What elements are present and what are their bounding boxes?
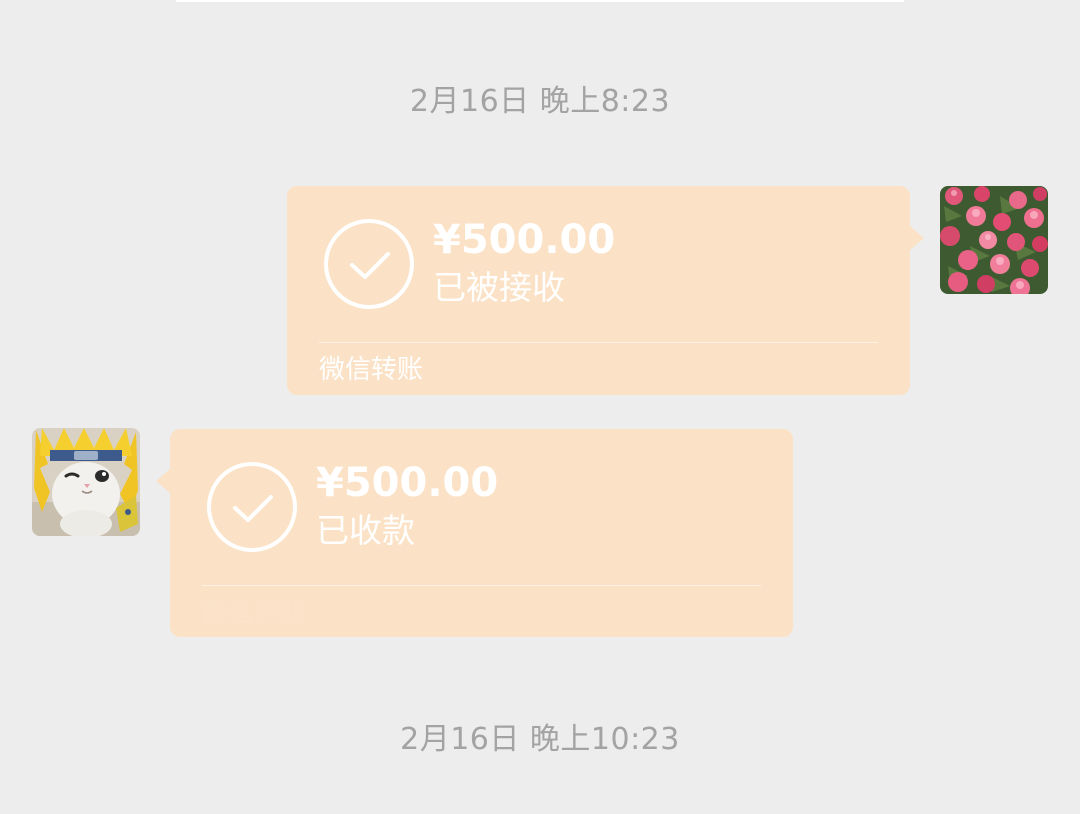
chat-timestamp: 2月16日 晚上10:23 [400,722,680,757]
transfer-amount: ¥500.00 [316,460,499,506]
transfer-card-received[interactable]: ¥500.00 已收款 微信转账 [170,429,793,637]
card-divider [319,342,878,343]
transfer-status: 已被接收 [433,268,565,307]
transfer-amount: ¥500.00 [433,217,616,263]
transfer-card-sent[interactable]: ¥500.00 已被接收 微信转账 [287,186,910,395]
bubble-tail [910,226,924,250]
transfer-status: 已收款 [316,511,415,550]
self-avatar[interactable] [940,186,1048,294]
previous-message-edge [176,0,904,2]
transfer-footer-label: 微信转账 [319,355,424,385]
cat-avatar-icon [32,428,140,536]
check-circle-icon [207,462,297,552]
contact-avatar[interactable] [32,428,140,536]
chat-timestamp: 2月16日 晚上8:23 [409,84,671,119]
pink-flowers-avatar-icon [940,186,1048,294]
bubble-tail [156,469,170,493]
transfer-footer-label: 微信转账 [202,598,307,628]
check-circle-icon [324,219,414,309]
card-divider [202,585,761,586]
